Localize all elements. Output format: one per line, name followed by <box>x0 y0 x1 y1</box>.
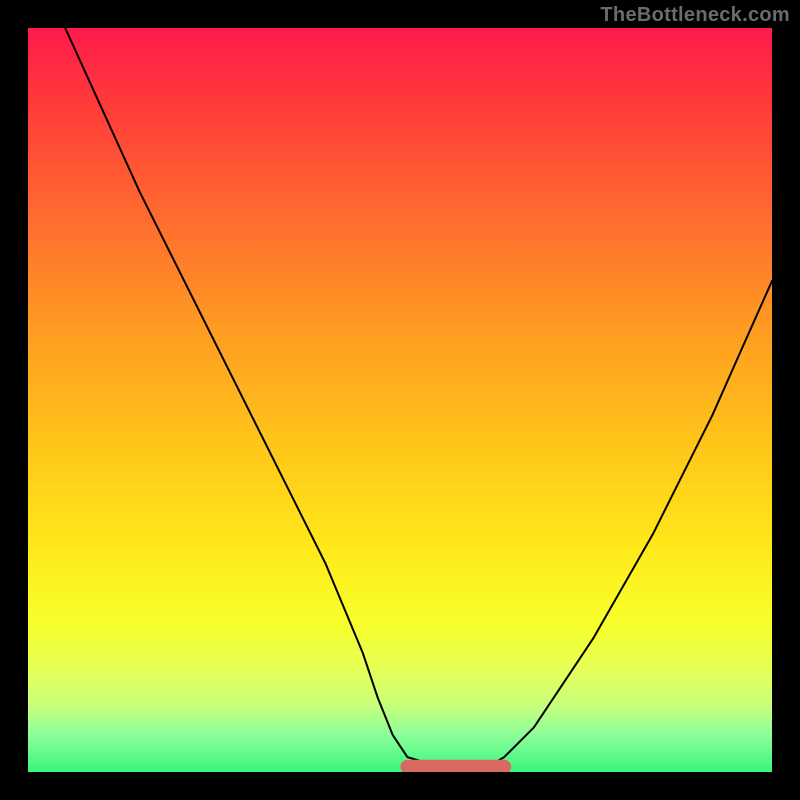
curve-line <box>65 28 772 768</box>
attribution-text: TheBottleneck.com <box>600 4 790 27</box>
chart-frame: TheBottleneck.com <box>0 0 800 800</box>
chart-svg <box>28 28 772 772</box>
plot-area <box>28 28 772 772</box>
